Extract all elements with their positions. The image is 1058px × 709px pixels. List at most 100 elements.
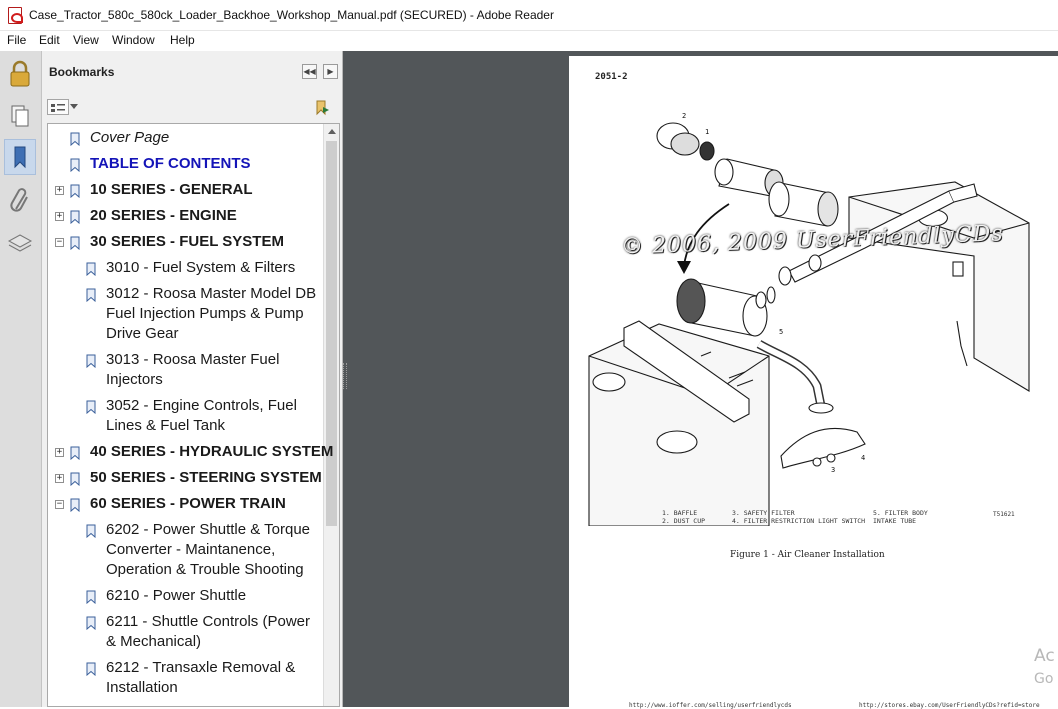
callout-4: 4: [861, 454, 865, 462]
bookmark-label: Cover Page: [90, 129, 170, 146]
bookmark-item[interactable]: 30 SERIES - FUEL SYSTEM: [90, 232, 284, 252]
bookmark-label: 6210 - Power Shuttle: [106, 587, 247, 604]
bookmark-item[interactable]: Cover Page: [90, 128, 169, 148]
chevron-down-icon[interactable]: [70, 104, 78, 109]
menu-view[interactable]: View: [73, 33, 99, 47]
bookmarks-header: Bookmarks: [49, 65, 115, 79]
activation-overlay-line2: Go: [1034, 671, 1054, 687]
legend-column-3: 5. FILTER BODY INTAKE TUBE: [873, 509, 928, 525]
bookmark-label-line: Fuel Injection Pumps & Pump: [106, 305, 304, 322]
bookmark-label-line: Lines & Fuel Tank: [106, 417, 225, 434]
expand-bookmark-icon[interactable]: [313, 99, 331, 117]
pages-icon[interactable]: [4, 97, 36, 133]
adobe-reader-icon: [8, 7, 23, 24]
expand-toggle-icon[interactable]: +: [55, 474, 64, 483]
bookmark-item-icon: [70, 131, 80, 147]
expand-toggle-icon[interactable]: +: [55, 212, 64, 221]
bookmark-label: 50 SERIES - STEERING SYSTEM: [90, 469, 322, 486]
bookmark-item-icon: [86, 523, 96, 539]
bookmark-item[interactable]: 60 SERIES - POWER TRAIN: [90, 494, 286, 514]
menu-window[interactable]: Window: [112, 33, 155, 47]
bookmark-label-line: 3012 - Roosa Master Model DB: [106, 285, 317, 302]
bookmark-label-line: 3052 - Engine Controls, Fuel: [106, 397, 297, 414]
bookmark-item[interactable]: 3052 - Engine Controls, Fuel Lines & Fuel…: [106, 396, 297, 436]
bookmark-item[interactable]: 3012 - Roosa Master Model DB Fuel Injecti…: [106, 284, 316, 344]
drawing-code: T51621: [993, 511, 1015, 518]
options-menu-button[interactable]: [47, 99, 69, 115]
bookmark-label-line: 6211 - Shuttle Controls (Power: [106, 613, 310, 630]
collapse-panel-button[interactable]: ◀◀: [302, 64, 317, 79]
collapse-toggle-icon[interactable]: −: [55, 238, 64, 247]
bookmark-label-line: Injectors: [106, 371, 163, 388]
legend-column-1: 1. BAFFLE 2. DUST CUP: [662, 509, 706, 525]
document-viewer: 2051-2 2 1 5 3 4 © 2006, 2009 UserFriend…: [343, 51, 1058, 709]
bookmark-item[interactable]: 3010 - Fuel System & Filters: [106, 258, 295, 278]
bookmark-label: 60 SERIES - POWER TRAIN: [90, 495, 286, 512]
bookmark-label-line: Operation & Trouble Shooting: [106, 561, 304, 578]
bookmark-icon[interactable]: [4, 139, 36, 175]
legend-column-2: 3. SAFETY FILTER 4. FILTER RESTRICTION LI…: [732, 509, 866, 525]
panel-next-button[interactable]: ▶: [323, 64, 338, 79]
bookmark-item[interactable]: TABLE OF CONTENTS: [90, 154, 251, 174]
bookmark-label-line: Installation: [106, 679, 178, 696]
bookmark-item[interactable]: 6202 - Power Shuttle & Torque Converter -…: [106, 520, 310, 580]
pdf-page: 2051-2 2 1 5 3 4 © 2006, 2009 UserFriend…: [569, 56, 1058, 709]
scroll-thumb[interactable]: [326, 141, 337, 526]
menu-bar: File Edit View Window Help: [0, 31, 1058, 51]
bookmark-label: 40 SERIES - HYDRAULIC SYSTEM: [90, 443, 334, 460]
bookmark-item[interactable]: 10 SERIES - GENERAL: [90, 180, 253, 200]
callout-1: 1: [705, 128, 709, 136]
bookmark-label-line: Converter - Maintanence,: [106, 541, 276, 558]
callout-5: 5: [779, 328, 783, 336]
bookmark-item[interactable]: 40 SERIES - HYDRAULIC SYSTEM: [90, 442, 333, 462]
bookmark-item-icon: [70, 157, 80, 173]
lock-icon[interactable]: [4, 56, 36, 92]
expand-toggle-icon[interactable]: +: [55, 186, 64, 195]
bookmark-item[interactable]: 3013 - Roosa Master Fuel Injectors: [106, 350, 279, 390]
bookmark-item-icon: [70, 209, 80, 225]
expand-toggle-icon[interactable]: +: [55, 448, 64, 457]
attachment-icon[interactable]: [4, 183, 36, 219]
callout-3: 3: [831, 466, 835, 474]
window-title: Case_Tractor_580c_580ck_Loader_Backhoe_W…: [29, 8, 554, 22]
menu-edit[interactable]: Edit: [39, 33, 60, 47]
bookmark-label: TABLE OF CONTENTS: [90, 155, 251, 172]
bookmark-item-icon: [86, 287, 96, 303]
panel-splitter-handle[interactable]: [343, 363, 347, 389]
title-bar: Case_Tractor_580c_580ck_Loader_Backhoe_W…: [0, 0, 1058, 31]
footer-link-ioffer[interactable]: http://www.ioffer.com/selling/userfriend…: [629, 702, 792, 709]
bookmark-item-icon: [86, 399, 96, 415]
bookmark-scrollbar[interactable]: [323, 124, 339, 706]
bookmark-item-icon: [86, 661, 96, 677]
bookmark-item[interactable]: 6210 - Power Shuttle: [106, 586, 246, 606]
bookmark-item[interactable]: 20 SERIES - ENGINE: [90, 206, 237, 226]
bookmark-label-line: Drive Gear: [106, 325, 179, 342]
bookmark-item-icon: [86, 589, 96, 605]
navigation-toolstrip: [0, 51, 42, 707]
bookmark-item-icon: [70, 445, 80, 461]
layers-icon[interactable]: [4, 225, 36, 261]
air-cleaner-diagram: 2 1 5 3 4: [588, 112, 1030, 526]
figure-caption: Figure 1 - Air Cleaner Installation: [730, 550, 885, 560]
bookmark-item-icon: [70, 471, 80, 487]
bookmark-item-icon: [70, 235, 80, 251]
scroll-up-icon[interactable]: [328, 129, 336, 134]
bookmark-item-icon: [70, 183, 80, 199]
bookmark-item-icon: [86, 261, 96, 277]
bookmarks-panel: Bookmarks ◀◀ ▶ Cover Page TABLE OF CONTEN…: [42, 51, 343, 707]
bookmark-label-line: 6202 - Power Shuttle & Torque: [106, 521, 311, 538]
bookmark-label: 30 SERIES - FUEL SYSTEM: [90, 233, 284, 250]
bookmark-label-line: & Mechanical): [106, 633, 202, 650]
footer-link-ebay[interactable]: http://stores.ebay.com/UserFriendlyCDs?r…: [859, 702, 1040, 709]
bookmark-item[interactable]: 50 SERIES - STEERING SYSTEM: [90, 468, 322, 488]
callout-2: 2: [682, 112, 686, 120]
bookmark-item[interactable]: 6212 - Transaxle Removal & Installation: [106, 658, 295, 698]
menu-help[interactable]: Help: [170, 33, 195, 47]
activation-overlay-line1: Ac: [1034, 646, 1055, 666]
bookmark-item-icon: [86, 353, 96, 369]
bookmark-label: 10 SERIES - GENERAL: [90, 181, 253, 198]
collapse-toggle-icon[interactable]: −: [55, 500, 64, 509]
bookmark-item[interactable]: 6211 - Shuttle Controls (Power & Mechanic…: [106, 612, 310, 652]
menu-file[interactable]: File: [7, 33, 26, 47]
bookmark-label-line: 3013 - Roosa Master Fuel: [106, 351, 280, 368]
